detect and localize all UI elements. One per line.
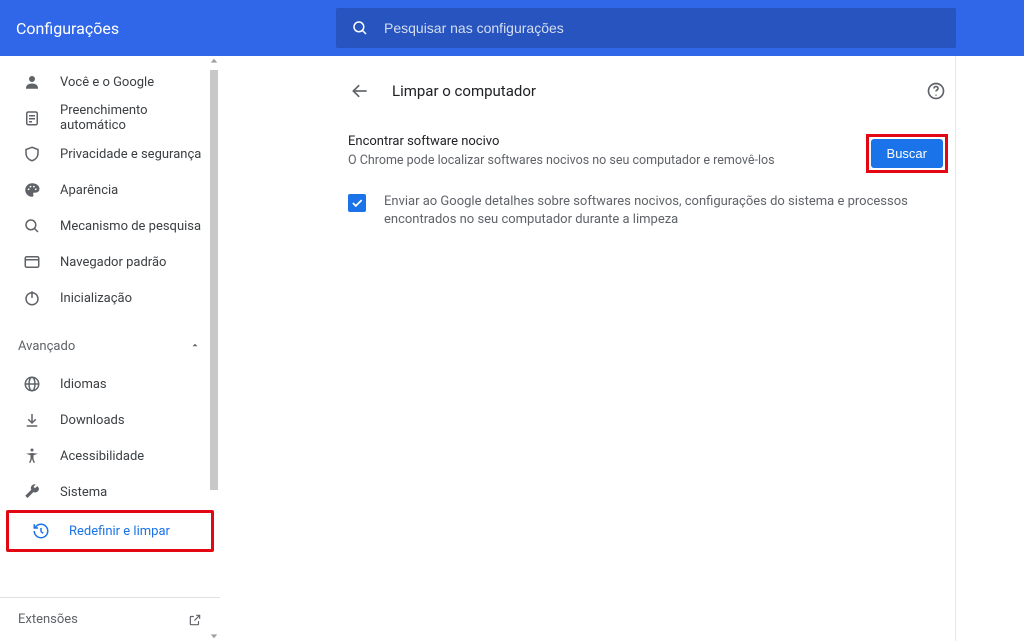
search-icon — [22, 216, 42, 236]
sidebar: Você e o Google Preenchimento automático… — [0, 56, 220, 641]
sidebar-footer-label: Extensões — [18, 612, 78, 627]
sidebar-item-reset-cleanup[interactable]: Redefinir e limpar — [9, 513, 211, 549]
header: Configurações — [0, 0, 1024, 56]
back-button[interactable] — [348, 79, 372, 103]
sidebar-item-search-engine[interactable]: Mecanismo de pesquisa — [0, 208, 220, 244]
download-icon — [22, 410, 42, 430]
sidebar-item-privacy[interactable]: Privacidade e segurança — [0, 136, 220, 172]
help-button[interactable] — [924, 79, 948, 103]
wrench-icon — [22, 482, 42, 502]
person-icon — [22, 72, 42, 92]
palette-icon — [22, 180, 42, 200]
app-title: Configurações — [16, 19, 336, 38]
divider — [955, 56, 956, 641]
page-title: Limpar o computador — [392, 82, 924, 100]
restore-icon — [31, 521, 51, 541]
sidebar-item-label: Aparência — [60, 183, 118, 198]
sidebar-item-languages[interactable]: Idiomas — [0, 366, 220, 402]
shield-icon — [22, 144, 42, 164]
sidebar-item-on-startup[interactable]: Inicialização — [0, 280, 220, 316]
search-input[interactable] — [384, 20, 942, 36]
sidebar-item-system[interactable]: Sistema — [0, 474, 220, 510]
scroll-down-icon[interactable] — [208, 631, 220, 641]
sidebar-item-autofill[interactable]: Preenchimento automático — [0, 100, 220, 136]
sidebar-item-label: Sistema — [60, 485, 107, 500]
accessibility-icon — [22, 446, 42, 466]
sidebar-section-advanced[interactable]: Avançado — [0, 326, 220, 366]
sidebar-item-label: Downloads — [60, 413, 125, 428]
panel-header: Limpar o computador — [348, 62, 948, 120]
sidebar-item-extensions[interactable]: Extensões — [0, 597, 220, 641]
globe-icon — [22, 374, 42, 394]
sidebar-section-label: Avançado — [18, 339, 75, 354]
sidebar-item-label: Acessibilidade — [60, 449, 144, 464]
sidebar-item-label: Inicialização — [60, 291, 132, 306]
scrollbar-thumb[interactable] — [210, 70, 218, 490]
sidebar-item-label: Idiomas — [60, 377, 107, 392]
sidebar-item-appearance[interactable]: Aparência — [0, 172, 220, 208]
chevron-up-icon — [190, 340, 202, 352]
report-checkbox-label: Enviar ao Google detalhes sobre software… — [384, 193, 948, 229]
sidebar-item-label: Você e o Google — [60, 75, 154, 90]
assignment-icon — [22, 108, 42, 128]
report-checkbox-row: Enviar ao Google detalhes sobre software… — [348, 183, 948, 239]
search-icon — [350, 19, 370, 37]
search-button[interactable]: Buscar — [871, 139, 943, 168]
content: Limpar o computador Encontrar software n… — [220, 56, 1024, 641]
sidebar-item-label: Navegador padrão — [60, 255, 166, 270]
find-software-heading: Encontrar software nocivo — [348, 134, 866, 149]
power-icon — [22, 288, 42, 308]
sidebar-item-downloads[interactable]: Downloads — [0, 402, 220, 438]
find-software-row: Encontrar software nocivo O Chrome pode … — [348, 120, 948, 183]
search-bar[interactable] — [336, 8, 956, 48]
sidebar-item-label: Preenchimento automático — [60, 103, 202, 133]
sidebar-item-label: Redefinir e limpar — [69, 524, 170, 539]
report-checkbox[interactable] — [348, 194, 366, 212]
external-link-icon — [188, 613, 202, 627]
sidebar-item-label: Privacidade e segurança — [60, 147, 201, 162]
browser-icon — [22, 252, 42, 272]
sidebar-item-default-browser[interactable]: Navegador padrão — [0, 244, 220, 280]
sidebar-item-label: Mecanismo de pesquisa — [60, 219, 201, 234]
sidebar-item-accessibility[interactable]: Acessibilidade — [0, 438, 220, 474]
scroll-up-icon[interactable] — [208, 56, 220, 66]
highlight-box: Buscar — [866, 134, 948, 173]
find-software-sub: O Chrome pode localizar softwares nocivo… — [348, 153, 866, 168]
sidebar-item-you-and-google[interactable]: Você e o Google — [0, 64, 220, 100]
sidebar-scrollbar[interactable] — [208, 56, 220, 641]
